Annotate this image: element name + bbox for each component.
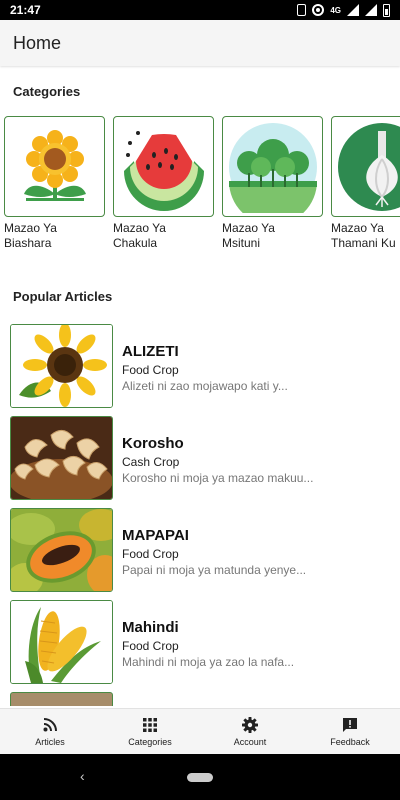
- article-description: Papai ni moja ya matunda yenye...: [122, 563, 307, 577]
- category-item-biashara[interactable]: Mazao Ya Biashara: [4, 116, 105, 256]
- rss-icon: [42, 717, 58, 733]
- wifi-signal-icon: [365, 4, 377, 16]
- network-type: 4G: [330, 5, 341, 15]
- categories-carousel[interactable]: Mazao Ya Biashara Mazao Ya Chakula Mazao…: [4, 116, 400, 256]
- page-title: Home: [13, 32, 62, 53]
- category-item-chakula[interactable]: Mazao Ya Chakula: [113, 116, 214, 256]
- article-description: Korosho ni moja ya mazao makuu...: [122, 471, 314, 485]
- category-item-thamani[interactable]: Mazao Ya Thamani Ku: [331, 116, 400, 256]
- article-description: Alizeti ni zao mojawapo kati y...: [122, 379, 288, 393]
- category-label: Mazao Ya Biashara: [4, 221, 57, 250]
- home-pill-button[interactable]: [187, 772, 213, 782]
- nav-label: Categories: [128, 736, 172, 747]
- article-title: MAPAPAI: [122, 527, 189, 544]
- cashew-photo: [10, 416, 113, 500]
- app-bar: Home: [0, 20, 400, 66]
- bottom-navigation: Articles Categories Account Feedback: [0, 708, 400, 754]
- category-item-msituni[interactable]: Mazao Ya Msituni: [222, 116, 323, 256]
- category-label: Mazao Ya Msituni: [222, 221, 275, 250]
- article-title: Mahindi: [122, 619, 179, 636]
- gear-icon: [242, 716, 258, 733]
- papaya-photo: [10, 508, 113, 592]
- forest-icon: [222, 116, 323, 217]
- feedback-icon: [342, 717, 358, 733]
- nav-account[interactable]: Account: [200, 709, 300, 754]
- article-thumbnail: [10, 692, 113, 706]
- article-category: Cash Crop: [122, 455, 180, 469]
- article-category: Food Crop: [122, 639, 179, 653]
- article-info: Korosho Cash Crop Korosho ni moja ya maz…: [122, 416, 313, 502]
- corn-photo: [10, 600, 113, 684]
- status-icons: 4G: [297, 3, 390, 17]
- article-info: Mahindi Food Crop Mahindi ni moja ya zao…: [122, 600, 294, 686]
- nav-label: Articles: [35, 736, 65, 747]
- sunflower-photo: [10, 324, 113, 408]
- nav-label: Feedback: [330, 736, 370, 747]
- article-info: MAPAPAI Food Crop Papai ni moja ya matun…: [122, 508, 306, 594]
- article-item-korosho[interactable]: Korosho Cash Crop Korosho ni moja ya maz…: [10, 416, 400, 502]
- back-icon[interactable]: ‹: [80, 768, 85, 784]
- article-category: Food Crop: [122, 363, 179, 377]
- article-item-alizeti[interactable]: ALIZETI Food Crop Alizeti ni zao mojawap…: [10, 324, 400, 410]
- article-info: ALIZETI Food Crop Alizeti ni zao mojawap…: [122, 324, 288, 410]
- article-title: ALIZETI: [122, 343, 179, 360]
- article-description: Mahindi ni moja ya zao la nafa...: [122, 655, 295, 669]
- status-time: 21:47: [10, 3, 41, 17]
- article-item-mahindi[interactable]: Mahindi Food Crop Mahindi ni moja ya zao…: [10, 600, 400, 686]
- popular-articles-heading: Popular Articles: [13, 289, 113, 304]
- article-item-partial[interactable]: [10, 692, 400, 706]
- nav-articles[interactable]: Articles: [0, 709, 100, 754]
- status-bar: 21:47 4G: [0, 0, 400, 20]
- vibrate-icon: [297, 4, 307, 16]
- articles-list[interactable]: ALIZETI Food Crop Alizeti ni zao mojawap…: [10, 324, 400, 706]
- article-category: Food Crop: [122, 547, 179, 561]
- categories-heading: Categories: [13, 84, 81, 99]
- category-label: Mazao Ya Chakula: [113, 221, 166, 250]
- sunflower-icon: [4, 116, 105, 217]
- article-title: Korosho: [122, 435, 184, 452]
- category-label: Mazao Ya Thamani Ku: [331, 221, 396, 250]
- hotspot-icon: [312, 4, 325, 16]
- nav-feedback[interactable]: Feedback: [300, 709, 400, 754]
- article-item-mapapai[interactable]: MAPAPAI Food Crop Papai ni moja ya matun…: [10, 508, 400, 594]
- battery-icon: [383, 3, 390, 17]
- garlic-icon: [331, 116, 400, 217]
- watermelon-icon: [113, 116, 214, 217]
- nav-categories[interactable]: Categories: [100, 709, 200, 754]
- signal-icon: [347, 4, 359, 16]
- nav-label: Account: [233, 736, 267, 747]
- grid-icon: [142, 717, 158, 733]
- system-navigation-bar: ‹: [0, 754, 400, 800]
